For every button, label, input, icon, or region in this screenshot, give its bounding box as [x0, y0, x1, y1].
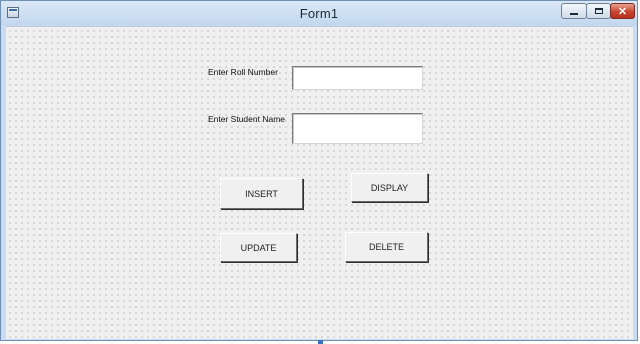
delete-button[interactable]: DELETE — [345, 232, 428, 262]
close-icon: ✕ — [617, 5, 628, 18]
title-bar[interactable]: Form1 ✕ — [1, 1, 637, 25]
update-button[interactable]: UPDATE — [220, 233, 297, 262]
minimize-icon — [570, 13, 578, 15]
resize-handle[interactable] — [318, 340, 323, 344]
minimize-button[interactable] — [561, 3, 587, 19]
student-name-label: Enter Student Name — [208, 114, 286, 124]
student-name-input[interactable] — [292, 113, 423, 144]
form1-window: Form1 ✕ Enter Roll Number Enter Student … — [0, 0, 638, 341]
roll-number-input[interactable] — [292, 66, 423, 90]
display-button[interactable]: DISPLAY — [351, 173, 428, 202]
maximize-icon — [594, 8, 603, 14]
insert-button[interactable]: INSERT — [220, 178, 303, 209]
roll-number-label: Enter Roll Number — [208, 67, 278, 77]
window-title: Form1 — [299, 6, 339, 21]
close-button[interactable]: ✕ — [610, 3, 635, 19]
maximize-button[interactable] — [586, 3, 611, 19]
form-client-area: Enter Roll Number Enter Student Name INS… — [6, 26, 633, 339]
